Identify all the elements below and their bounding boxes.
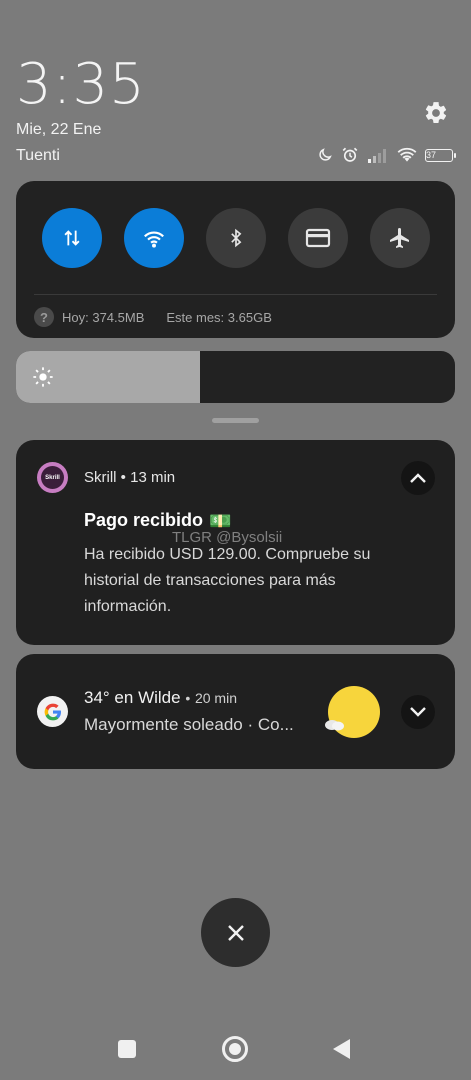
separator: • [120,469,126,486]
close-icon [227,924,244,941]
wifi-icon [144,231,164,248]
date-label: Mie, 22 Ene [16,121,102,138]
chevron-down-icon [410,707,426,717]
notification-title: Pago recibido 💵 [84,510,231,531]
back-button[interactable] [333,1039,350,1059]
data-month: Este mes: 3.65GB [166,309,272,325]
home-button[interactable] [222,1036,248,1062]
weather-description: Mayormente soleado · Co... [84,715,294,734]
gear-icon[interactable] [423,100,449,126]
bluetooth-icon [231,228,242,248]
notification-weather[interactable]: 34° en Wilde • 20 min Mayormente soleado… [16,654,455,769]
data-today: Hoy: 374.5MB [62,309,145,325]
clock-time: 3:35 [16,52,146,117]
quick-settings-tiles [42,208,430,268]
title-text: Pago recibido [84,510,204,530]
separator: • [185,690,191,706]
collapse-button[interactable] [401,461,435,495]
tile-bluetooth[interactable] [206,208,266,268]
tile-wifi[interactable] [124,208,184,268]
skrill-app-icon: Skrill [37,462,68,493]
clear-all-button[interactable] [201,898,270,967]
weather-title: 34° en Wilde • 20 min [84,688,237,708]
drag-handle[interactable] [212,418,259,423]
notification-time: 13 min [130,469,176,486]
card-icon [305,228,331,248]
skrill-logo-text: Skrill [41,466,64,489]
carrier-label: Tuenti [16,147,60,164]
expand-button[interactable] [401,695,435,729]
data-usage-row[interactable]: ? Hoy: 374.5MB Este mes: 3.65GB [34,307,272,327]
airplane-icon [390,228,409,248]
notification-header: Skrill • 13 min [84,469,175,486]
google-icon [37,696,68,727]
brightness-sun-icon [33,367,53,387]
tile-mobile-data[interactable] [42,208,102,268]
app-name: Skrill [84,469,117,486]
tile-card[interactable] [288,208,348,268]
wifi-icon [397,147,417,163]
chevron-up-icon [410,473,426,483]
navigation-bar [0,1030,471,1068]
quick-settings-panel: ? Hoy: 374.5MB Este mes: 3.65GB [16,181,455,338]
help-icon: ? [34,307,54,327]
money-emoji: 💵 [209,510,232,531]
moon-icon [317,147,333,163]
notification-body: Ha recibido USD 129.00. Compruebe su his… [84,546,371,615]
signal-icon [367,147,389,163]
status-icons: 37 [317,144,456,166]
recents-button[interactable] [118,1040,136,1058]
alarm-icon [341,146,359,164]
watermark: TLGR @Bysolsii [172,529,283,546]
brightness-slider[interactable] [16,351,455,403]
sunny-weather-icon [325,686,380,738]
weather-temp-location: 34° en Wilde [84,688,181,707]
divider [34,294,437,295]
data-arrows-icon [64,230,80,246]
battery-icon: 37 [425,148,456,162]
tile-airplane[interactable] [370,208,430,268]
notification-time: 20 min [194,690,237,706]
